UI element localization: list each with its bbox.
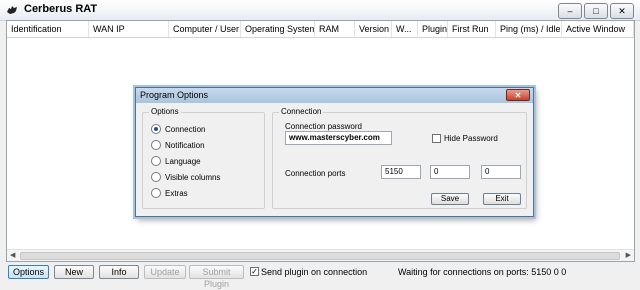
- column-header[interactable]: WAN IP: [89, 21, 169, 37]
- options-group-label: Options: [149, 107, 181, 116]
- title-bar: Cerberus RAT – □ ✕: [0, 0, 640, 21]
- window-controls: – □ ✕: [558, 3, 634, 19]
- program-options-dialog: Program Options ✕ Options Connection Not…: [135, 87, 534, 217]
- options-button[interactable]: Options: [8, 265, 49, 279]
- close-button[interactable]: ✕: [610, 3, 634, 19]
- options-group: Options Connection Notification Language…: [142, 107, 265, 209]
- hide-password-label: Hide Password: [444, 134, 498, 143]
- radio-label: Visible columns: [165, 172, 221, 182]
- password-label: Connection password: [285, 122, 362, 131]
- maximize-button[interactable]: □: [584, 3, 608, 19]
- hide-password-checkbox[interactable]: [432, 134, 441, 143]
- app-title: Cerberus RAT: [24, 3, 98, 15]
- radio-language[interactable]: Language: [151, 156, 201, 166]
- column-header-row: Identification WAN IP Computer / User Op…: [7, 21, 634, 38]
- status-text: Waiting for connections on ports: 5150 0…: [398, 267, 567, 277]
- save-button[interactable]: Save: [431, 193, 469, 205]
- dialog-close-button[interactable]: ✕: [506, 89, 530, 101]
- cerberus-icon: [7, 6, 17, 14]
- column-header[interactable]: Plugin: [418, 21, 448, 37]
- radio-notification[interactable]: Notification: [151, 140, 205, 150]
- radio-label: Extras: [165, 188, 188, 198]
- password-input[interactable]: www.masterscyber.com: [285, 131, 392, 145]
- minimize-button[interactable]: –: [558, 3, 582, 19]
- scroll-right-icon[interactable]: ▶: [626, 251, 631, 259]
- radio-extras[interactable]: Extras: [151, 188, 188, 198]
- ports-label: Connection ports: [285, 169, 346, 178]
- column-header[interactable]: RAM: [315, 21, 355, 37]
- new-button[interactable]: New: [54, 265, 94, 279]
- close-icon: ✕: [514, 91, 522, 100]
- bottom-toolbar: Options New Info Update Submit Plugin ✓ …: [0, 262, 640, 289]
- connection-group-label: Connection: [279, 107, 324, 116]
- column-header[interactable]: Active Window: [562, 21, 634, 37]
- exit-button[interactable]: Exit: [483, 193, 521, 205]
- horizontal-scrollbar[interactable]: ◀ ▶: [7, 249, 634, 261]
- dialog-title: Program Options: [140, 90, 209, 100]
- scroll-thumb[interactable]: [20, 252, 620, 260]
- column-header[interactable]: First Run: [448, 21, 496, 37]
- dialog-title-bar: Program Options ✕: [136, 88, 533, 103]
- port-input-1[interactable]: 5150: [381, 165, 421, 179]
- radio-visible-columns[interactable]: Visible columns: [151, 172, 220, 182]
- radio-button[interactable]: [151, 140, 161, 150]
- scroll-left-icon[interactable]: ◀: [10, 251, 15, 259]
- column-header[interactable]: Version: [355, 21, 392, 37]
- column-header[interactable]: Operating System: [241, 21, 315, 37]
- column-header[interactable]: Computer / User: [169, 21, 241, 37]
- column-header[interactable]: Ping (ms) / Idle: [496, 21, 562, 37]
- port-input-2[interactable]: 0: [430, 165, 470, 179]
- update-button[interactable]: Update: [144, 265, 186, 279]
- radio-label: Connection: [165, 124, 206, 134]
- column-header[interactable]: Identification: [7, 21, 89, 37]
- column-header[interactable]: W...: [392, 21, 418, 37]
- submit-plugin-button[interactable]: Submit Plugin: [189, 265, 244, 289]
- radio-label: Notification: [165, 140, 205, 150]
- radio-button[interactable]: [151, 124, 161, 134]
- port-input-3[interactable]: 0: [481, 165, 521, 179]
- radio-connection[interactable]: Connection: [151, 124, 205, 134]
- send-plugin-checkbox[interactable]: ✓: [250, 267, 259, 276]
- radio-button[interactable]: [151, 156, 161, 166]
- radio-button[interactable]: [151, 172, 161, 182]
- send-plugin-label: Send plugin on connection: [261, 267, 368, 277]
- radio-label: Language: [165, 156, 201, 166]
- info-button[interactable]: Info: [99, 265, 139, 279]
- connection-group: Connection Connection password www.maste…: [272, 107, 527, 209]
- main-window: Cerberus RAT – □ ✕ Identification WAN IP…: [0, 0, 640, 289]
- radio-button[interactable]: [151, 188, 161, 198]
